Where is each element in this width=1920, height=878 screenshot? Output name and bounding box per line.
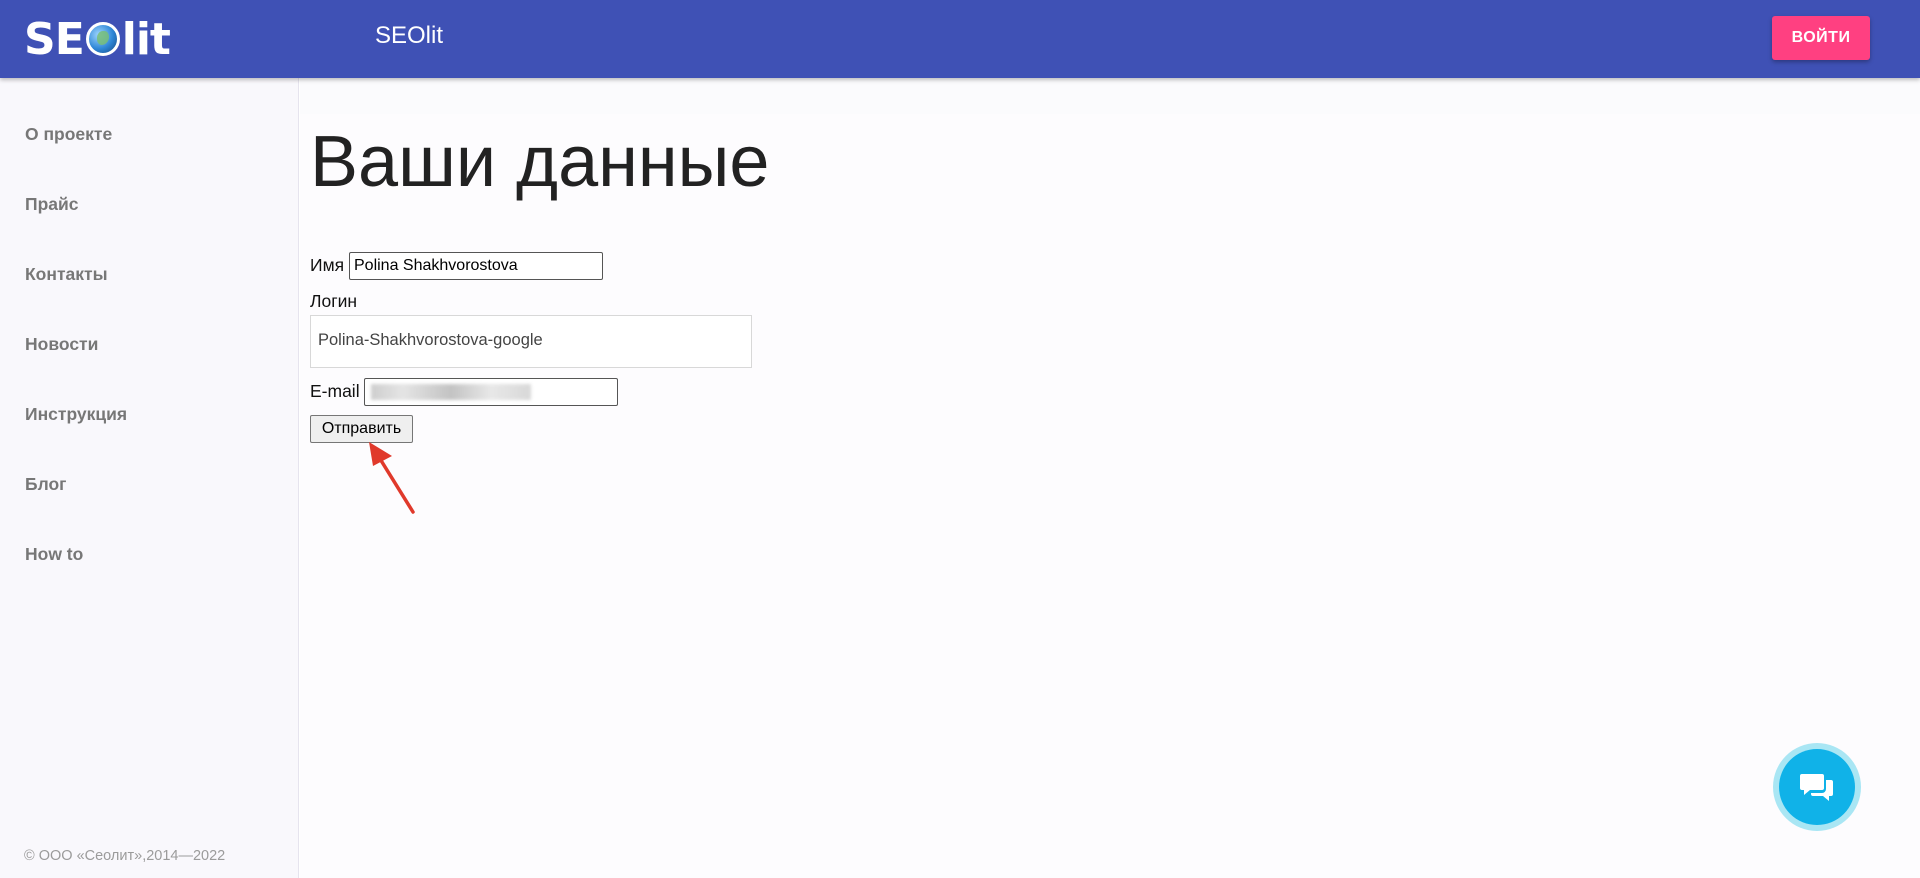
logo-text-left: SE xyxy=(24,13,85,65)
login-value-box: Polina-Shakhvorostova-google xyxy=(310,315,752,368)
chat-button[interactable] xyxy=(1773,743,1861,831)
top-app-bar: SE lit SEOlit ВОЙТИ xyxy=(0,0,1920,78)
login-button[interactable]: ВОЙТИ xyxy=(1772,16,1870,60)
redacted-email xyxy=(371,384,531,400)
app-title: SEOlit xyxy=(375,22,444,49)
copyright-text: © ООО «Сеолит»,2014—2022 xyxy=(24,848,226,864)
main-content: Ваши данные Имя Логин Polina-Shakhvorost… xyxy=(300,78,1920,878)
red-arrow-icon xyxy=(369,442,415,514)
sidebar-item-price[interactable]: Прайс xyxy=(25,194,79,215)
login-label: Логин xyxy=(310,291,358,311)
logo-text-right: lit xyxy=(121,13,171,65)
chat-bubbles-icon xyxy=(1800,774,1833,801)
email-field[interactable] xyxy=(364,378,618,406)
name-label: Имя xyxy=(310,255,345,275)
page-title: Ваши данные xyxy=(310,122,770,202)
globe-icon xyxy=(85,22,120,56)
name-field[interactable] xyxy=(349,252,603,280)
sidebar-item-how-to[interactable]: How to xyxy=(25,544,83,565)
seolit-logo[interactable]: SE lit xyxy=(24,13,171,65)
email-label: E-mail xyxy=(310,381,360,401)
content-top-strip xyxy=(300,78,1920,114)
sidebar-item-instructions[interactable]: Инструкция xyxy=(25,404,127,425)
sidebar-item-about[interactable]: О проекте xyxy=(25,124,112,145)
chat-button-inner xyxy=(1779,749,1855,825)
sidebar-item-blog[interactable]: Блог xyxy=(25,474,66,495)
sidebar-item-news[interactable]: Новости xyxy=(25,334,98,355)
sidebar-item-contacts[interactable]: Контакты xyxy=(25,264,108,285)
submit-button[interactable]: Отправить xyxy=(310,415,413,443)
sidebar: О проекте Прайс Контакты Новости Инструк… xyxy=(0,78,299,878)
